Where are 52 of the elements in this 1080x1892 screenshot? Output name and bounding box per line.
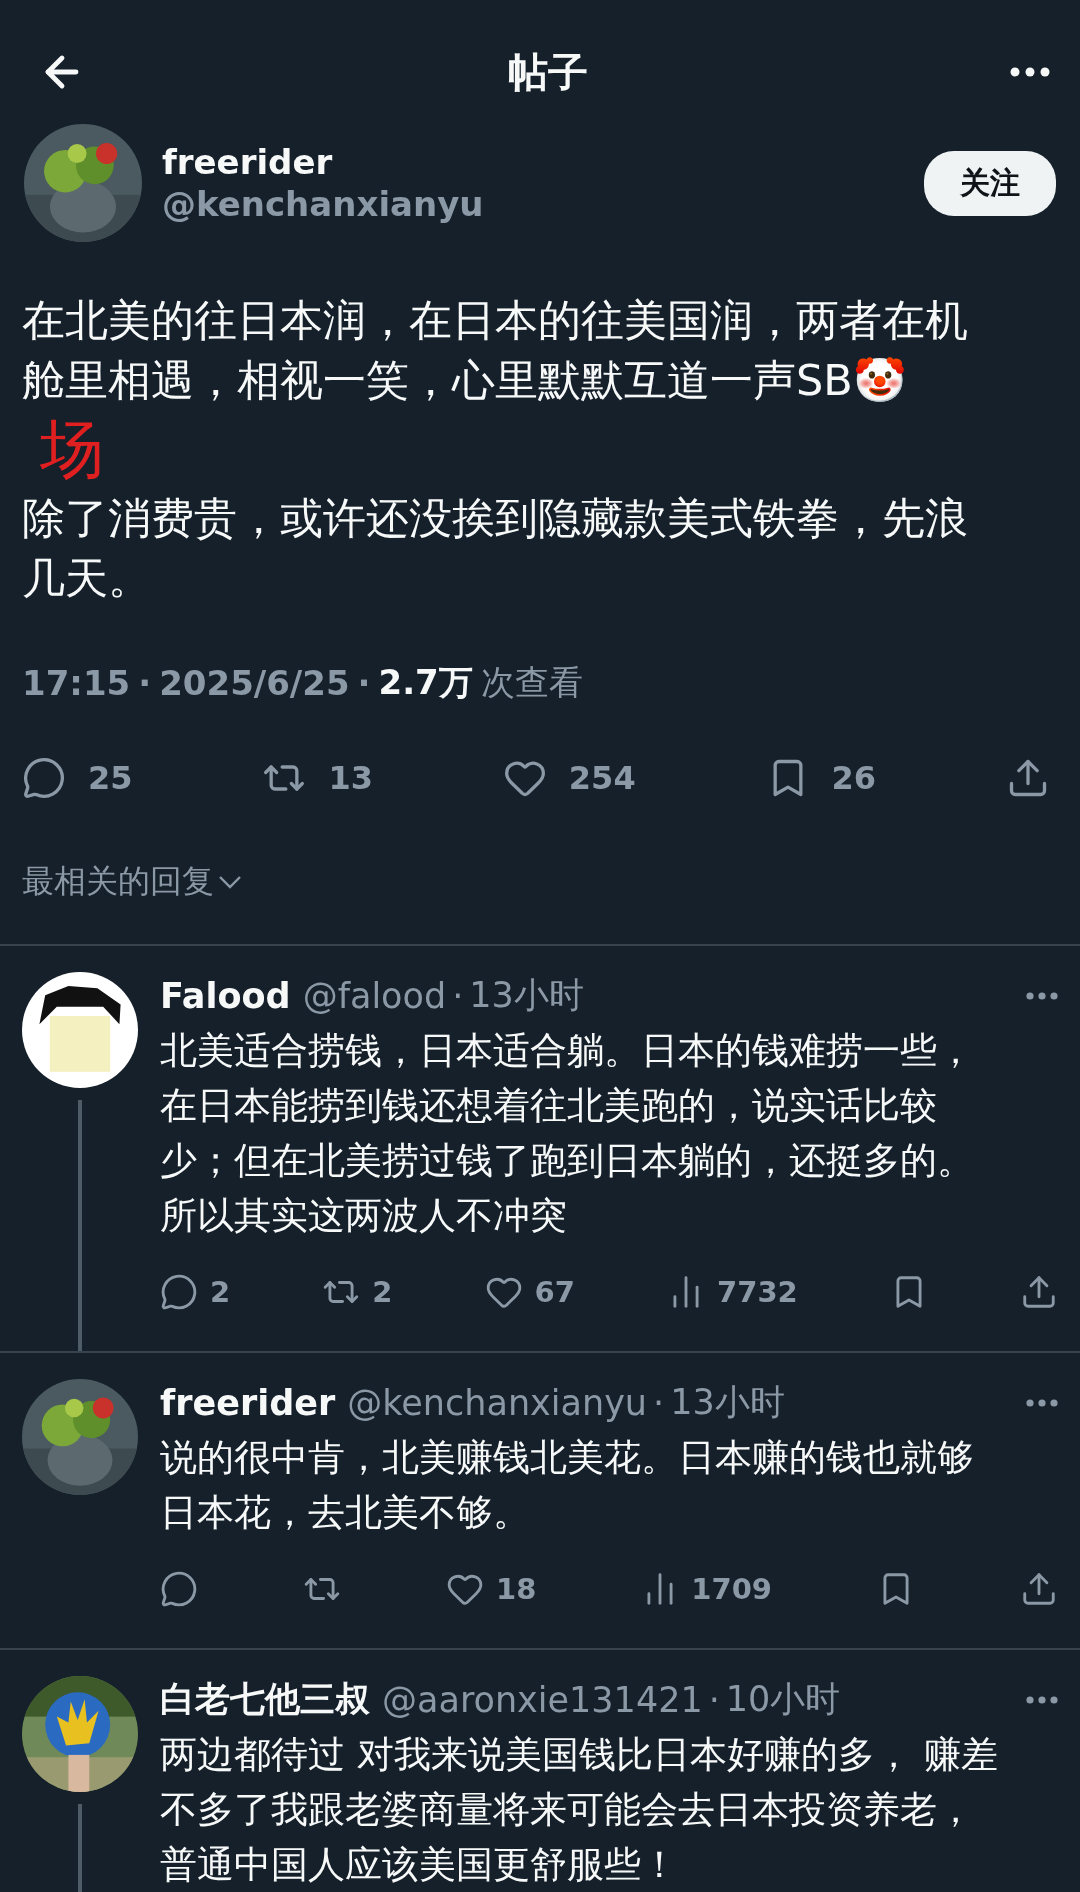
author-name: freerider bbox=[162, 142, 334, 183]
post-text: 在北美的往日本润，在日本的往美国润，两者在机舱里相遇，相视一笑，心里默默互道一声SB🤡 bbox=[22, 294, 969, 408]
like-button[interactable]: 254 bbox=[502, 756, 636, 801]
author-handle: @kenchanxianyu bbox=[162, 184, 485, 225]
post-time: 17:15 bbox=[22, 663, 131, 704]
more-button[interactable] bbox=[1010, 67, 1050, 78]
reply-handle: @kenchanxianyu bbox=[347, 1382, 648, 1423]
sort-dropdown[interactable]: 最相关的回复 bbox=[0, 800, 264, 945]
views-button[interactable]: 1709 bbox=[641, 1570, 773, 1609]
reply-time: 13小时 bbox=[469, 974, 585, 1018]
more-icon bbox=[1026, 1398, 1058, 1407]
reply-text: 说的很中肯，北美赚钱北美花。日本赚的钱也就够日本花，去北美不够。 bbox=[160, 1435, 975, 1537]
more-button[interactable] bbox=[1026, 1398, 1058, 1407]
reply-text: 两边都待过 对我来说美国钱比日本好赚的多， 赚差不多了我跟老婆商量将来可能会去日本投资养老，普通中国人应该美国更舒服些！ bbox=[160, 1732, 999, 1888]
reply-author: 白老七他三叔 bbox=[160, 1678, 370, 1721]
separator-dot: · bbox=[708, 1679, 720, 1720]
reply-button[interactable]: 25 bbox=[22, 756, 133, 801]
post-date: 2025/6/25 bbox=[159, 663, 350, 704]
separator-dot: · bbox=[138, 663, 152, 704]
reply-author: freerider bbox=[160, 1382, 336, 1423]
post-text: 除了消费贵，或许还没挨到隐藏款美式铁拳，先浪几天。 bbox=[22, 492, 969, 606]
view-count: 2.7万 bbox=[378, 661, 473, 705]
reply-icon bbox=[160, 1570, 198, 1609]
reply-time: 10小时 bbox=[725, 1678, 842, 1721]
reply-handle: @falood bbox=[302, 975, 447, 1016]
reply-button[interactable]: 2 bbox=[160, 1273, 231, 1312]
page-title: 帖子 bbox=[508, 47, 588, 97]
reply-icon bbox=[160, 1273, 198, 1312]
more-icon bbox=[1026, 991, 1058, 1000]
like-button[interactable]: 18 bbox=[445, 1570, 537, 1609]
more-icon bbox=[1026, 1695, 1058, 1704]
repost-button[interactable]: 13 bbox=[262, 756, 373, 801]
separator-dot: · bbox=[653, 1382, 665, 1423]
separator-dot: · bbox=[452, 975, 464, 1016]
chevron-down-icon bbox=[218, 875, 242, 890]
separator-dot: · bbox=[357, 663, 371, 704]
reply-time: 13小时 bbox=[670, 1381, 786, 1425]
handwritten-correction: 场 bbox=[40, 414, 104, 485]
more-button[interactable] bbox=[1026, 1695, 1058, 1704]
views-button[interactable]: 7732 bbox=[667, 1273, 798, 1312]
reply-button[interactable] bbox=[160, 1570, 198, 1609]
more-button[interactable] bbox=[1026, 991, 1058, 1000]
reply-text: 北美适合捞钱，日本适合躺。日本的钱难捞一些，在日本能捞到钱还想着往北美跑的，说实话比较少；但在北美捞过钱了跑到日本躺的，还挺多的。所以其实这两波人不冲突 bbox=[160, 1028, 975, 1240]
more-icon bbox=[1010, 67, 1050, 78]
reply-author: Falood bbox=[160, 975, 291, 1016]
reply-handle: @aaronxie131421 bbox=[382, 1679, 703, 1720]
view-label: 次查看 bbox=[480, 661, 583, 705]
repost-button[interactable]: 2 bbox=[322, 1273, 393, 1312]
follow-button[interactable]: 关注 bbox=[924, 150, 1056, 216]
bookmark-button[interactable]: 26 bbox=[765, 756, 877, 801]
like-button[interactable]: 67 bbox=[484, 1273, 575, 1312]
reply-icon bbox=[22, 756, 66, 801]
